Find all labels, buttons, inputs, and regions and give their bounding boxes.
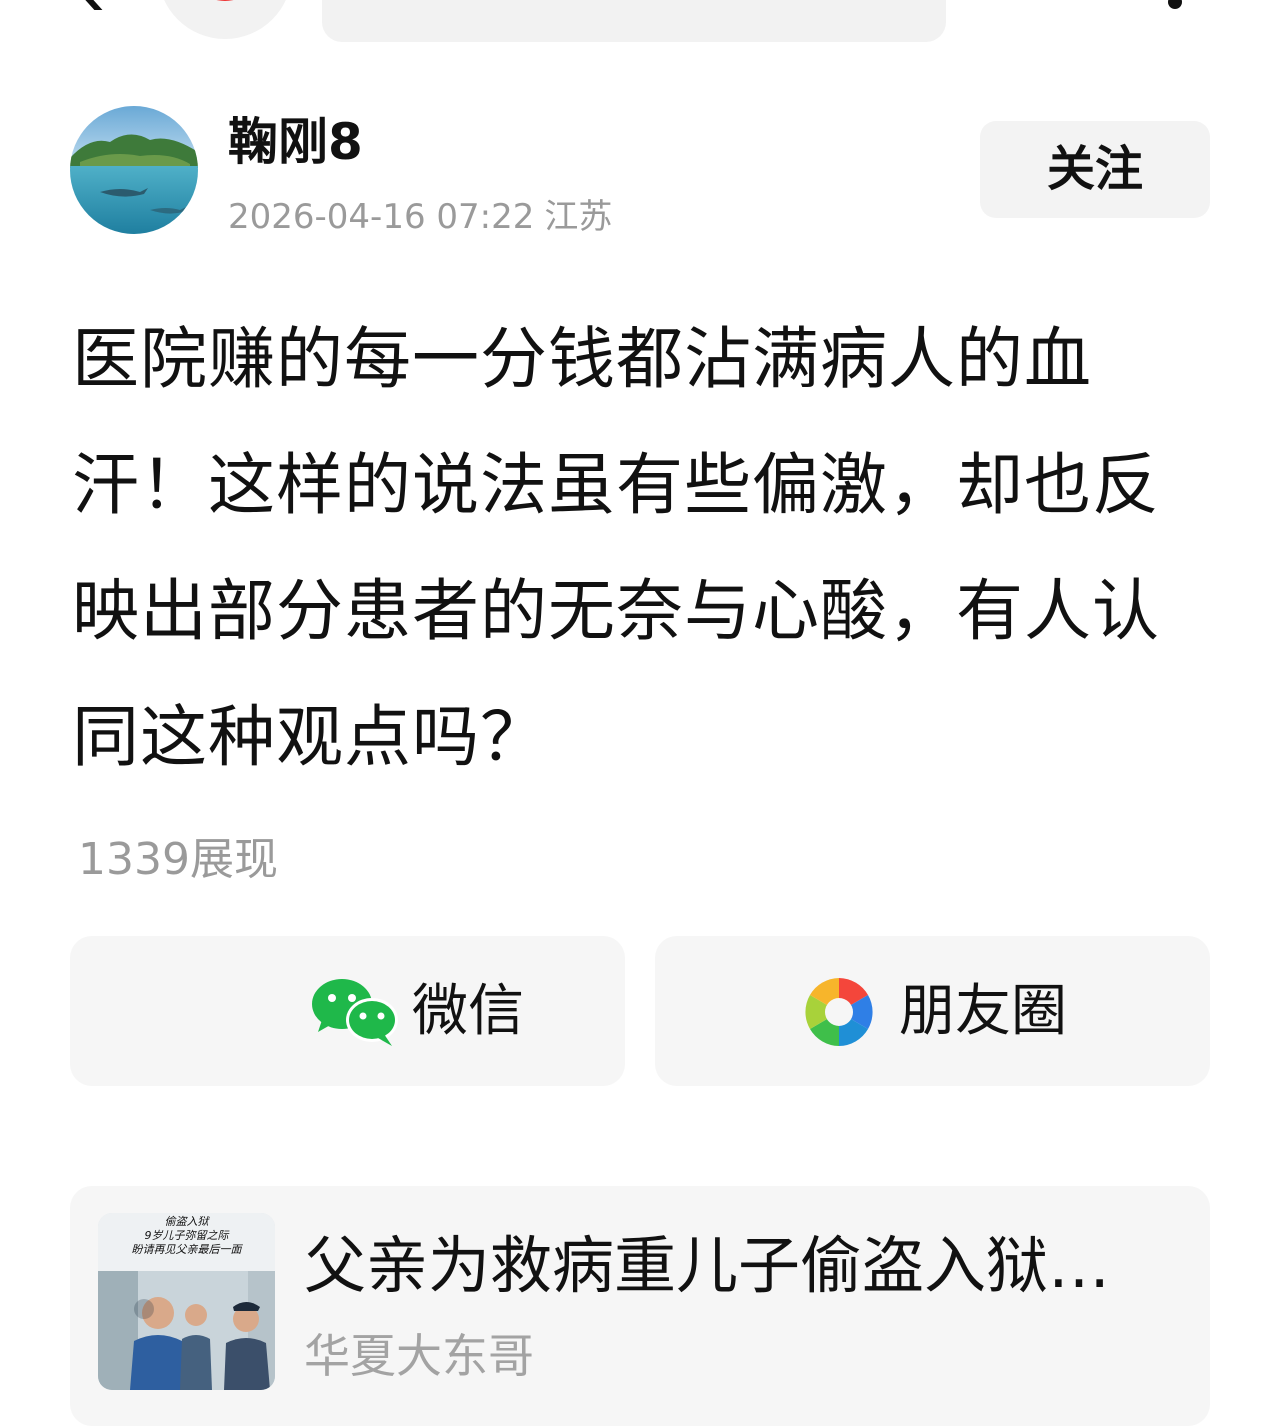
thumbnail-caption-line-2: 9岁儿子弥留之际 [144,1229,229,1242]
view-count: 1339展现 [78,834,278,885]
thumbnail-caption-line-3: 盼请再见父亲最后一面 [131,1243,242,1256]
top-bar [0,0,1280,60]
top-avatar[interactable] [158,0,292,39]
share-wechat-button[interactable]: 微信 [70,936,625,1086]
post-meta: 2026-04-16 07:22 江苏 [228,192,622,242]
share-moments-label: 朋友圈 [899,979,1067,1044]
related-thumbnail: 偷盗入狱 9岁儿子弥留之际 盼请再见父亲最后一面 [98,1213,275,1390]
post-location: 江苏 [544,197,613,237]
post-date: 2026-04-16 07:22 [228,197,535,237]
post-text: 医院赚的每一分钱都沾满病人的血汗！这样的说法虽有些偏激，却也反映出部分患者的无奈… [72,320,1160,776]
thumbnail-caption: 偷盗入狱 9岁儿子弥留之际 盼请再见父亲最后一面 [98,1213,275,1271]
author-name[interactable]: 鞠刚8 [228,108,363,176]
wechat-icon [312,979,398,1046]
related-author[interactable]: 华夏大东哥 [304,1324,534,1388]
share-icon[interactable] [1012,0,1082,20]
back-arrow-icon[interactable] [70,0,110,10]
more-icon[interactable] [1166,0,1184,14]
related-article-card[interactable]: 偷盗入狱 9岁儿子弥留之际 盼请再见父亲最后一面 父亲为救病重儿子偷盗入狱… 华… [70,1186,1210,1426]
follow-button[interactable]: 关注 [980,121,1210,218]
search-input[interactable] [322,0,946,42]
share-wechat-label: 微信 [412,979,524,1044]
related-title[interactable]: 父亲为救病重儿子偷盗入狱… [304,1226,1144,1306]
author-avatar[interactable] [70,106,198,234]
thumbnail-caption-line-1: 偷盗入狱 [164,1215,209,1228]
share-moments-button[interactable]: 朋友圈 [655,936,1210,1086]
search-icon [408,0,428,4]
moments-shutter-icon [805,978,873,1046]
